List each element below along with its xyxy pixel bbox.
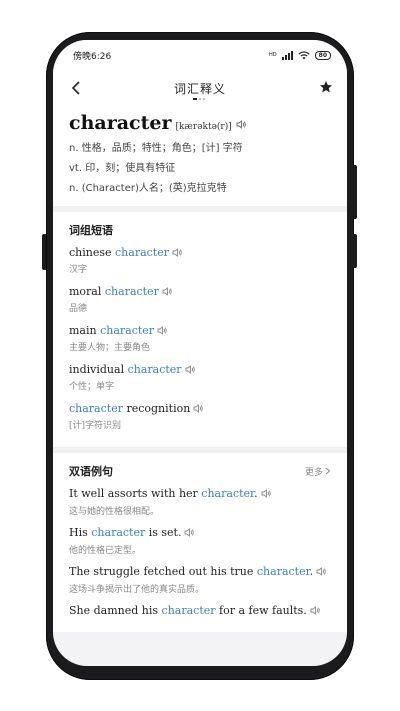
definition: vt. 印，刻；使具有特征 — [69, 163, 176, 174]
example-translation: 他的性格已定型。 — [69, 546, 142, 556]
example-translation: 这与她的性格很相配。 — [69, 507, 160, 517]
phrase-item[interactable]: character recognition [计]字符识别 — [69, 402, 331, 431]
speaker-icon[interactable] — [162, 287, 173, 296]
examples-section: 双语例句 更多 It well assorts with her charact… — [53, 453, 347, 632]
speaker-icon[interactable] — [184, 528, 195, 537]
power-button — [352, 234, 357, 268]
phrases-section: 词组短语 chinese character 汉字 moral characte… — [53, 212, 347, 447]
phrase-translation: 品德 — [69, 304, 88, 314]
more-link[interactable]: 更多 — [305, 465, 331, 478]
phrase-item[interactable]: main character 主要人物；主要角色 — [69, 324, 331, 353]
example-item[interactable]: The struggle fetched out his true charac… — [69, 565, 331, 595]
section-title: 词组短语 — [69, 224, 113, 237]
phrase-translation: 主要人物；主要角色 — [69, 343, 151, 353]
definition: n. 性格，品质；特性；角色；[计] 字符 — [69, 143, 243, 154]
phrase-translation: [计]字符识别 — [69, 421, 122, 431]
screen: 傍晚6:26 HD 80 词汇释义 character [kærəktə(r)] — [53, 40, 347, 666]
star-icon[interactable] — [319, 80, 333, 94]
side-button — [352, 165, 357, 219]
back-arrow-icon[interactable] — [69, 79, 85, 97]
phrase-item[interactable]: individual character 个性；单字 — [69, 363, 331, 392]
status-time: 傍晚6:26 — [73, 51, 112, 62]
chevron-right-icon — [325, 467, 331, 475]
word-header: character [kærəktə(r)] n. 性格，品质；特性；角色；[计… — [53, 106, 347, 206]
phrase-translation: 汉字 — [69, 265, 88, 275]
highlight-word: character — [69, 402, 123, 415]
headword: character — [69, 112, 172, 134]
highlight-word: character — [115, 246, 169, 259]
highlight-word: character — [161, 604, 216, 617]
page-title: 词汇释义 — [173, 81, 226, 96]
phrase-item[interactable]: moral character 品德 — [69, 285, 331, 314]
speaker-icon[interactable] — [157, 326, 168, 335]
phrase-translation: 个性；单字 — [69, 382, 115, 392]
speaker-icon[interactable] — [193, 404, 204, 413]
example-item[interactable]: She damned his character for a few fault… — [69, 604, 331, 617]
example-item[interactable]: It well assorts with her character. 这与她的… — [69, 487, 331, 517]
wifi-icon — [298, 50, 310, 59]
page-indicator — [193, 98, 205, 100]
battery-icon: 80 — [314, 50, 331, 60]
highlight-word: character — [201, 487, 255, 500]
speaker-icon[interactable] — [236, 120, 247, 129]
example-item[interactable]: His character is set. 他的性格已定型。 — [69, 526, 331, 556]
signal-icon — [281, 50, 293, 60]
highlight-word: character — [91, 526, 146, 539]
speaker-icon[interactable] — [310, 606, 321, 615]
section-title: 双语例句 — [69, 465, 113, 478]
speaker-icon[interactable] — [261, 489, 272, 498]
hd-indicator: HD — [269, 52, 277, 58]
nav-bar: 词汇释义 — [53, 70, 347, 106]
highlight-word: character — [100, 324, 155, 337]
speaker-icon[interactable] — [185, 365, 196, 374]
highlight-word: character — [104, 285, 159, 298]
phonetic: [kærəktə(r)] — [175, 122, 232, 132]
status-bar: 傍晚6:26 HD 80 — [53, 40, 347, 70]
phrase-item[interactable]: chinese character 汉字 — [69, 246, 331, 275]
highlight-word: character — [127, 363, 182, 376]
definition: n. (Character)人名；(英)克拉克特 — [69, 183, 227, 194]
example-translation: 这场斗争揭示出了他的真实品质。 — [69, 585, 205, 595]
speaker-icon[interactable] — [172, 248, 183, 257]
highlight-word: character — [256, 565, 310, 578]
speaker-icon[interactable] — [316, 567, 327, 576]
